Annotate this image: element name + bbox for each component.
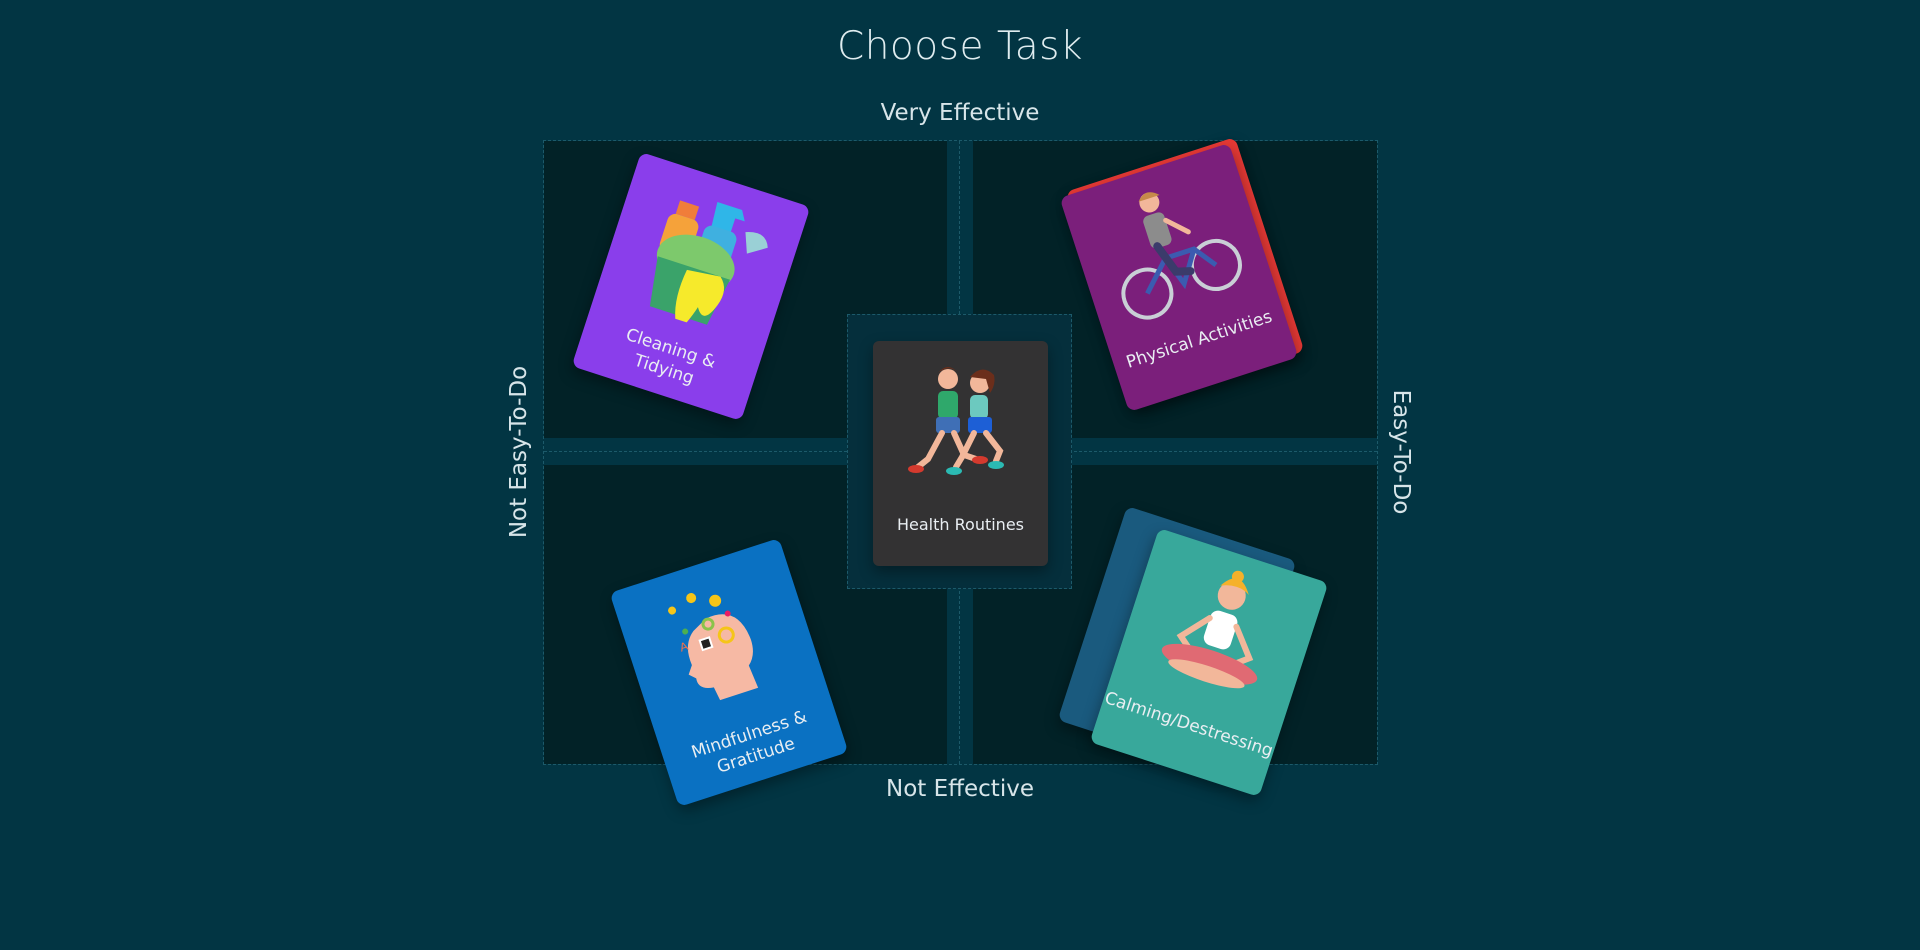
axis-label-top: Very Effective bbox=[880, 100, 1040, 126]
page-title: Choose Task bbox=[836, 24, 1084, 69]
card-health-routines[interactable]: Health Routines bbox=[873, 341, 1048, 566]
card-label: Health Routines bbox=[897, 515, 1024, 534]
axis-label-bottom: Not Effective bbox=[886, 776, 1034, 802]
runners-icon bbox=[907, 367, 1004, 475]
axis-label-left: Not Easy-To-Do bbox=[506, 365, 532, 539]
axis-label-right: Easy-To-Do bbox=[1388, 389, 1414, 515]
svg-text:A: A bbox=[678, 639, 690, 655]
